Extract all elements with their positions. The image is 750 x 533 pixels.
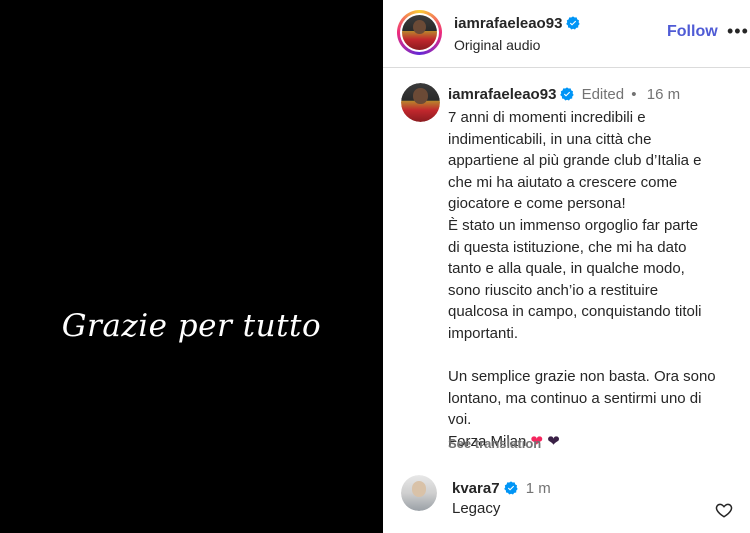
caption-body: 7 anni di momenti incredibili e indiment… bbox=[448, 107, 743, 453]
caption-line: È stato un immenso orgoglio far parte bbox=[448, 216, 699, 234]
black-heart-emoji-icon: ❤ bbox=[547, 432, 560, 450]
caption-line: lontano, ma continuo a sentirmi uno di bbox=[448, 389, 702, 407]
caption-line: tanto e alla quale, in qualche modo, bbox=[448, 260, 685, 278]
caption-line: che mi ha aiutato a crescere come bbox=[448, 173, 678, 191]
follow-button[interactable]: Follow bbox=[667, 23, 718, 41]
caption-line: sono riuscito anch’io a restituire bbox=[448, 281, 659, 299]
audio-label[interactable]: Original audio bbox=[454, 37, 540, 53]
meta-separator: • bbox=[631, 86, 637, 103]
avatar bbox=[401, 475, 437, 511]
caption-line: qualcosa in campo, conquistando titoli bbox=[448, 303, 702, 321]
caption-line: Un semplice grazie non basta. Ora sono bbox=[448, 368, 716, 386]
header-username-row[interactable]: iamrafaeleao93 bbox=[454, 15, 581, 32]
edited-label: Edited bbox=[581, 86, 625, 103]
see-translation-link[interactable]: See translation bbox=[448, 436, 541, 451]
caption-line: importanti. bbox=[448, 324, 519, 342]
media-overlay-text: Grazie per tutto bbox=[61, 308, 322, 344]
caption-avatar[interactable] bbox=[401, 83, 440, 122]
comment-text: Legacy bbox=[452, 500, 501, 517]
verified-badge-icon bbox=[566, 16, 581, 30]
caption-username[interactable]: iamrafaeleao93 bbox=[448, 86, 556, 103]
comment-username[interactable]: kvara7 bbox=[452, 480, 500, 497]
more-options-icon[interactable]: ••• bbox=[727, 22, 749, 40]
comment-avatar[interactable] bbox=[401, 475, 437, 511]
caption-meta-row: iamrafaeleao93 Edited • 16 m bbox=[448, 86, 680, 103]
header-username[interactable]: iamrafaeleao93 bbox=[454, 15, 562, 32]
caption-line: appartiene al più grande club d’Italia e bbox=[448, 152, 702, 170]
verified-badge-icon bbox=[560, 87, 575, 101]
post-media[interactable]: Grazie per tutto bbox=[0, 0, 383, 533]
verified-badge-icon bbox=[503, 481, 518, 495]
caption-line: giocatore e come persona! bbox=[448, 195, 626, 213]
story-ring-avatar[interactable] bbox=[397, 10, 442, 55]
caption-line: di questa istituzione, che mi ha dato bbox=[448, 238, 687, 256]
post-time[interactable]: 16 m bbox=[647, 86, 680, 103]
caption-line: 7 anni di momenti incredibili e bbox=[448, 109, 646, 126]
caption-line: voi. bbox=[448, 411, 472, 429]
avatar bbox=[401, 83, 440, 122]
heart-like-icon[interactable] bbox=[715, 501, 733, 519]
caption-line: indimenticabili, in una città che bbox=[448, 130, 652, 148]
comment-time[interactable]: 1 m bbox=[526, 480, 551, 497]
avatar bbox=[402, 15, 437, 50]
post-header: iamrafaeleao93 Original audio Follow ••• bbox=[383, 0, 750, 68]
comment-meta-row: kvara7 1 m bbox=[452, 480, 551, 497]
post-sidebar: iamrafaeleao93 Original audio Follow •••… bbox=[383, 0, 750, 533]
